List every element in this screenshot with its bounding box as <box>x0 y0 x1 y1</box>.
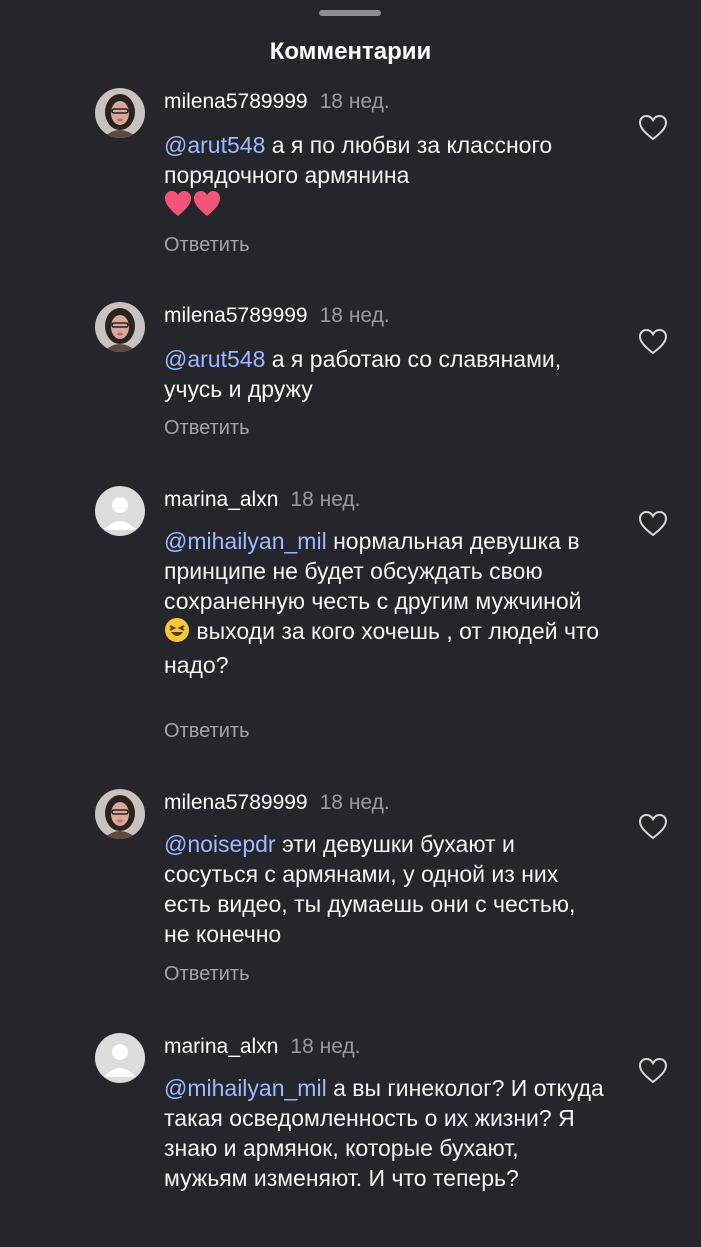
heart-outline-icon <box>638 510 668 537</box>
timestamp: 18 нед. <box>290 488 361 511</box>
comment-text: @mihailyan_mil нормальная девушка в прин… <box>164 526 604 680</box>
like-button[interactable] <box>638 813 668 841</box>
reply-button[interactable]: Ответить <box>164 417 250 440</box>
avatar[interactable] <box>95 302 145 352</box>
mention-link[interactable]: @arut548 <box>164 132 265 158</box>
timestamp: 18 нед. <box>319 304 390 327</box>
avatar[interactable] <box>95 789 145 839</box>
heart-outline-icon <box>638 813 668 840</box>
user-photo-icon <box>95 302 145 352</box>
drag-handle[interactable] <box>319 10 381 16</box>
avatar[interactable] <box>95 1033 145 1083</box>
default-avatar-icon <box>95 1033 145 1083</box>
user-photo-icon <box>95 789 145 839</box>
reply-button[interactable]: Ответить <box>164 720 250 743</box>
username[interactable]: marina_alxn <box>164 1035 278 1058</box>
heart-outline-icon <box>638 328 668 355</box>
avatar[interactable] <box>95 486 145 536</box>
like-button[interactable] <box>638 510 668 538</box>
username[interactable]: marina_alxn <box>164 488 278 511</box>
reply-button[interactable]: Ответить <box>164 234 250 257</box>
comment-text: @mihailyan_mil а вы гинеколог? И откуда … <box>164 1073 604 1193</box>
mention-link[interactable]: @noisepdr <box>164 831 276 857</box>
comment-meta: milena5789999 18 нед. <box>164 88 390 116</box>
comment-meta: milena5789999 18 нед. <box>164 302 390 330</box>
two-pink-hearts-icon <box>164 190 222 225</box>
like-button[interactable] <box>638 1057 668 1085</box>
laughing-face-icon <box>164 617 190 650</box>
user-photo-icon <box>95 88 145 138</box>
timestamp: 18 нед. <box>319 90 390 113</box>
sheet-title: Комментарии <box>269 38 432 65</box>
comment-text: @noisepdr эти девушки бухают и сосуться … <box>164 829 604 949</box>
comment-body-continued: выходи за кого хочешь , от людей что над… <box>164 618 600 678</box>
avatar[interactable] <box>95 88 145 138</box>
mention-link[interactable]: @mihailyan_mil <box>164 1075 327 1101</box>
heart-outline-icon <box>638 1057 668 1084</box>
username[interactable]: milena5789999 <box>164 791 308 814</box>
comment-text: @arut548 а я по любви за классного поряд… <box>164 130 604 225</box>
like-button[interactable] <box>638 328 668 356</box>
mention-link[interactable]: @mihailyan_mil <box>164 528 327 554</box>
comment-meta: marina_alxn 18 нед. <box>164 1033 361 1061</box>
comment-meta: marina_alxn 18 нед. <box>164 486 361 514</box>
comment-meta: milena5789999 18 нед. <box>164 789 390 817</box>
comment-text: @arut548 а я работаю со славянами, учусь… <box>164 344 604 404</box>
timestamp: 18 нед. <box>319 791 390 814</box>
like-button[interactable] <box>638 114 668 142</box>
mention-link[interactable]: @arut548 <box>164 346 265 372</box>
comments-sheet: Комментарии milena5789999 18 нед. @arut54… <box>0 0 701 1247</box>
timestamp: 18 нед. <box>290 1035 361 1058</box>
default-avatar-icon <box>95 486 145 536</box>
username[interactable]: milena5789999 <box>164 304 308 327</box>
reply-button[interactable]: Ответить <box>164 963 250 986</box>
heart-outline-icon <box>638 114 668 141</box>
username[interactable]: milena5789999 <box>164 90 308 113</box>
